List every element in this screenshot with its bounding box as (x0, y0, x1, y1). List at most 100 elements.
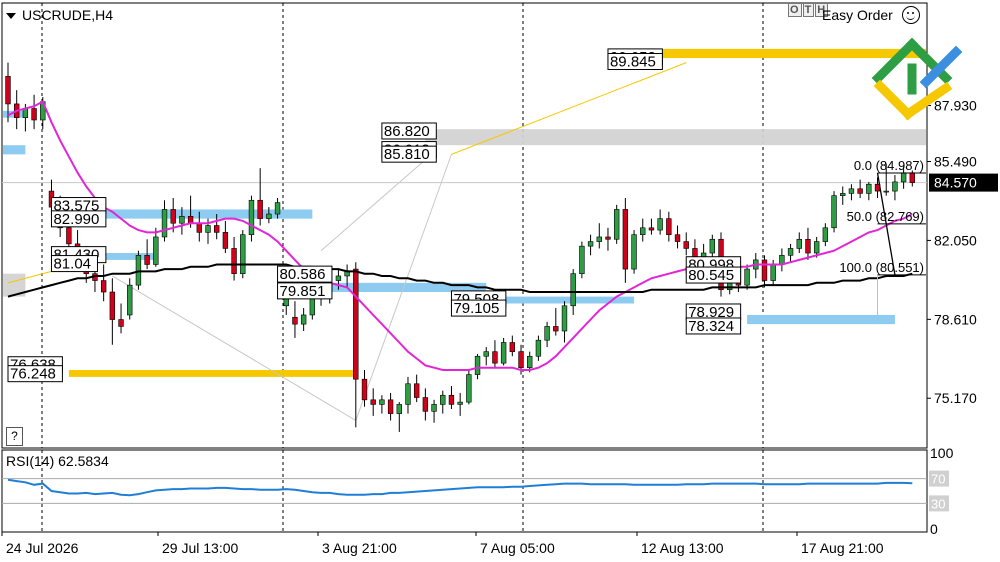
candle-bull (561, 305, 568, 332)
candle-bear (361, 378, 368, 401)
x-tick-label: 17 Aug 21:00 (801, 540, 884, 556)
candle-bull (709, 238, 716, 254)
candle-bear (648, 227, 655, 231)
y-tick-label: 75.170 (934, 390, 977, 406)
candle-bull (535, 339, 542, 357)
candle-bear (196, 222, 202, 233)
candle-bull (527, 355, 533, 369)
symbol-label: USCRUDE,H4 (22, 7, 114, 23)
rsi-range-label: 0 (930, 521, 938, 537)
candle-bull (127, 284, 133, 316)
candle-bull (500, 342, 507, 364)
fibo-level-label: 0.0 (84.987) (854, 158, 924, 173)
support-zone (747, 314, 895, 325)
candle-bull (466, 374, 472, 403)
support-zone (3, 145, 26, 155)
price-label-text: 79.105 (453, 300, 499, 317)
price-label-text: 80.586 (280, 266, 326, 283)
price-label: 85.810 (381, 145, 437, 163)
candle-bear (292, 316, 298, 325)
candle-bear (222, 232, 229, 249)
y-tick-label: 78.610 (934, 311, 977, 327)
candle-bear (448, 394, 455, 405)
candle-bull (822, 227, 829, 242)
rsi-level-label: 30 (931, 496, 945, 511)
candle-bull (613, 209, 620, 240)
x-tick-label: 3 Aug 21:00 (322, 540, 397, 556)
price-chart[interactable]: 0.0 (84.987)50.0 (82.769)100.0 (80.551)9… (0, 0, 1000, 562)
price-label: 80.586 (277, 265, 333, 283)
candle-bull (892, 181, 898, 192)
price-label-text: 81.04 (53, 256, 91, 273)
help-button[interactable]: ? (6, 427, 23, 446)
candle-bull (848, 188, 855, 194)
candle-bear (413, 383, 420, 398)
candle-bull (657, 218, 663, 231)
candle-bull (640, 227, 646, 235)
candle-bull (813, 241, 820, 254)
candle-bear (66, 227, 72, 245)
candle-bull (787, 248, 794, 256)
one-click-t[interactable]: T (802, 3, 815, 17)
price-label: 79.851 (277, 282, 333, 300)
smiley-icon (902, 6, 920, 24)
last-price-label: 84.570 (934, 175, 977, 191)
rsi-level-label: 70 (931, 472, 945, 487)
symbol-header[interactable]: USCRUDE,H4 (6, 7, 113, 23)
price-label: 81.04 (50, 255, 98, 273)
rsi-range-label: 100 (930, 445, 954, 461)
candle-bear (683, 241, 689, 249)
candle-bear (605, 236, 611, 240)
candle-bear (109, 291, 116, 320)
target-zone (68, 370, 356, 377)
candle-bull (153, 236, 159, 265)
candle-bull (431, 404, 437, 412)
candle-bear (622, 209, 629, 270)
candle-bull (396, 404, 402, 414)
rsi-pane-frame (1, 449, 928, 533)
candle-bear (118, 319, 124, 327)
candle-bear (909, 172, 915, 183)
candle-bull (161, 209, 168, 238)
candle-bull (335, 275, 342, 281)
candle-bear (509, 342, 516, 352)
candle-bull (248, 199, 255, 235)
candle-bear (31, 108, 37, 121)
price-label: 89.845 (607, 52, 663, 70)
candle-bull (900, 172, 907, 183)
candle-bull (744, 268, 750, 286)
price-label-text: 78.324 (688, 318, 734, 335)
easy-order-label[interactable]: Easy Order (822, 7, 893, 23)
y-tick-label: 87.930 (934, 98, 977, 114)
price-label-text: 80.545 (688, 267, 734, 284)
candle-bear (492, 351, 498, 364)
dropdown-triangle-icon[interactable] (6, 13, 16, 20)
price-label: 82.990 (50, 210, 107, 228)
price-label: 76.248 (7, 365, 63, 383)
candle-bear (5, 76, 11, 105)
price-label-text: 85.810 (384, 146, 430, 163)
one-click-o[interactable]: O (788, 3, 802, 17)
candle-bull (440, 394, 446, 405)
candle-bear (674, 234, 681, 242)
x-tick-label: 7 Aug 05:00 (480, 540, 555, 556)
x-tick-label: 24 Jul 2026 (6, 540, 79, 556)
candle-bear (231, 248, 237, 274)
fibo-level-label: 100.0 (80.551) (839, 260, 924, 275)
candle-bull (240, 234, 246, 274)
candle-bull (135, 255, 142, 286)
price-label: 79.105 (450, 299, 507, 317)
price-label: 80.545 (685, 266, 742, 284)
candle-bull (544, 326, 550, 341)
candle-bear (518, 351, 524, 369)
candle-bull (831, 195, 837, 229)
candle-bull (796, 238, 802, 249)
candle-bear (144, 255, 150, 265)
candle-bull (483, 351, 489, 357)
candle-bull (205, 225, 211, 233)
candle-bear (422, 397, 429, 412)
candle-bull (379, 399, 385, 405)
y-tick-label: 82.050 (934, 232, 977, 248)
grey-zone (425, 129, 926, 146)
price-label-text: 76.248 (10, 366, 56, 383)
